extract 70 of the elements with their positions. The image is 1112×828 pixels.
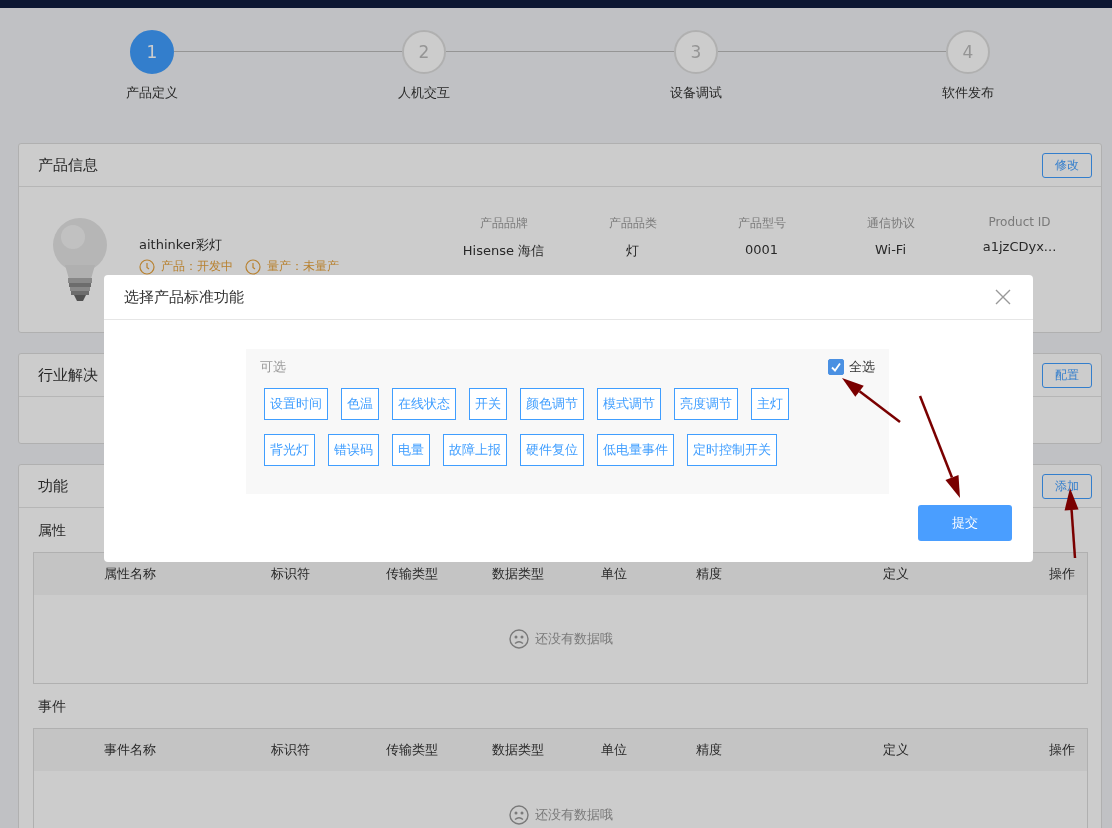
feature-tag[interactable]: 色温 bbox=[341, 388, 379, 420]
feature-tag[interactable]: 低电量事件 bbox=[597, 434, 674, 466]
column-header: 标识符 bbox=[269, 741, 311, 759]
field-label: 产品品牌 bbox=[479, 215, 528, 232]
column-header: 传输类型 bbox=[385, 741, 439, 759]
feature-tag[interactable]: 定时控制开关 bbox=[687, 434, 777, 466]
column-header: 精度 bbox=[695, 741, 723, 759]
clock-icon bbox=[139, 258, 155, 275]
field-label: Product ID bbox=[988, 215, 1051, 229]
feature-tag[interactable]: 颜色调节 bbox=[520, 388, 584, 420]
column-header: 标识符 bbox=[269, 565, 311, 583]
column-header: 属性名称 bbox=[103, 565, 157, 583]
field-label: 产品型号 bbox=[737, 215, 786, 232]
empty-text: 还没有数据哦 bbox=[534, 630, 613, 648]
column-header: 单位 bbox=[600, 565, 628, 583]
field-label: 通信协议 bbox=[866, 215, 915, 232]
status-text: 产品：开发中 bbox=[161, 258, 233, 275]
clock-icon bbox=[245, 258, 261, 275]
product-name: aithinker彩灯 bbox=[139, 236, 224, 254]
panel-label: 可选 bbox=[260, 358, 286, 376]
section-title: 事件 bbox=[38, 698, 66, 716]
field-value: a1jzCDyx... bbox=[982, 239, 1057, 254]
column-header: 事件名称 bbox=[103, 741, 157, 759]
field-value: Hisense 海信 bbox=[462, 242, 545, 260]
card-title: 产品信息 bbox=[38, 155, 98, 175]
checkbox[interactable] bbox=[828, 359, 844, 375]
feature-tag[interactable]: 模式调节 bbox=[597, 388, 661, 420]
feature-tag[interactable]: 在线状态 bbox=[392, 388, 456, 420]
dialog-title: 选择产品标准功能 bbox=[124, 287, 244, 307]
column-header: 传输类型 bbox=[385, 565, 439, 583]
feature-tag[interactable]: 亮度调节 bbox=[674, 388, 738, 420]
step-circle[interactable]: 1 bbox=[130, 30, 174, 74]
feature-tag[interactable]: 开关 bbox=[469, 388, 507, 420]
sad-face-icon bbox=[508, 629, 529, 649]
select-all-label: 全选 bbox=[849, 358, 875, 376]
column-header: 单位 bbox=[600, 741, 628, 759]
column-header: 数据类型 bbox=[491, 565, 545, 583]
field-value: Wi-Fi bbox=[875, 242, 906, 257]
sad-face-icon bbox=[508, 805, 529, 825]
field-value: 灯 bbox=[626, 242, 639, 260]
feature-tag[interactable]: 硬件复位 bbox=[520, 434, 584, 466]
step-label: 设备调试 bbox=[670, 84, 722, 102]
step-label: 软件发布 bbox=[942, 84, 994, 102]
card-title: 行业解决 bbox=[38, 365, 98, 385]
column-header: 定义 bbox=[882, 741, 910, 759]
configure-button[interactable]: 配置 bbox=[1042, 362, 1092, 388]
step-label: 产品定义 bbox=[126, 84, 178, 102]
feature-tag[interactable]: 电量 bbox=[392, 434, 430, 466]
column-header: 操作 bbox=[1047, 741, 1076, 759]
feature-tag[interactable]: 背光灯 bbox=[264, 434, 315, 466]
card-title: 功能 bbox=[38, 476, 68, 496]
column-header: 操作 bbox=[1047, 565, 1076, 583]
feature-tag[interactable]: 错误码 bbox=[328, 434, 379, 466]
feature-tag[interactable]: 故障上报 bbox=[443, 434, 507, 466]
step-label: 人机交互 bbox=[398, 84, 450, 102]
annotation-arrow bbox=[842, 378, 901, 423]
submit-button[interactable]: 提交 bbox=[918, 505, 1012, 541]
feature-tag[interactable]: 主灯 bbox=[751, 388, 789, 420]
field-label: 产品品类 bbox=[608, 215, 657, 232]
close-icon[interactable] bbox=[995, 289, 1011, 305]
field-value: 0001 bbox=[744, 242, 779, 257]
add-button[interactable]: 添加 bbox=[1042, 473, 1092, 499]
column-header: 精度 bbox=[695, 565, 723, 583]
column-header: 定义 bbox=[882, 565, 910, 583]
empty-text: 还没有数据哦 bbox=[534, 806, 613, 824]
feature-tag[interactable]: 设置时间 bbox=[264, 388, 328, 420]
section-title: 属性 bbox=[38, 522, 66, 540]
column-header: 数据类型 bbox=[491, 741, 545, 759]
edit-button[interactable]: 修改 bbox=[1042, 152, 1092, 178]
status-text: 量产：未量产 bbox=[267, 258, 339, 275]
